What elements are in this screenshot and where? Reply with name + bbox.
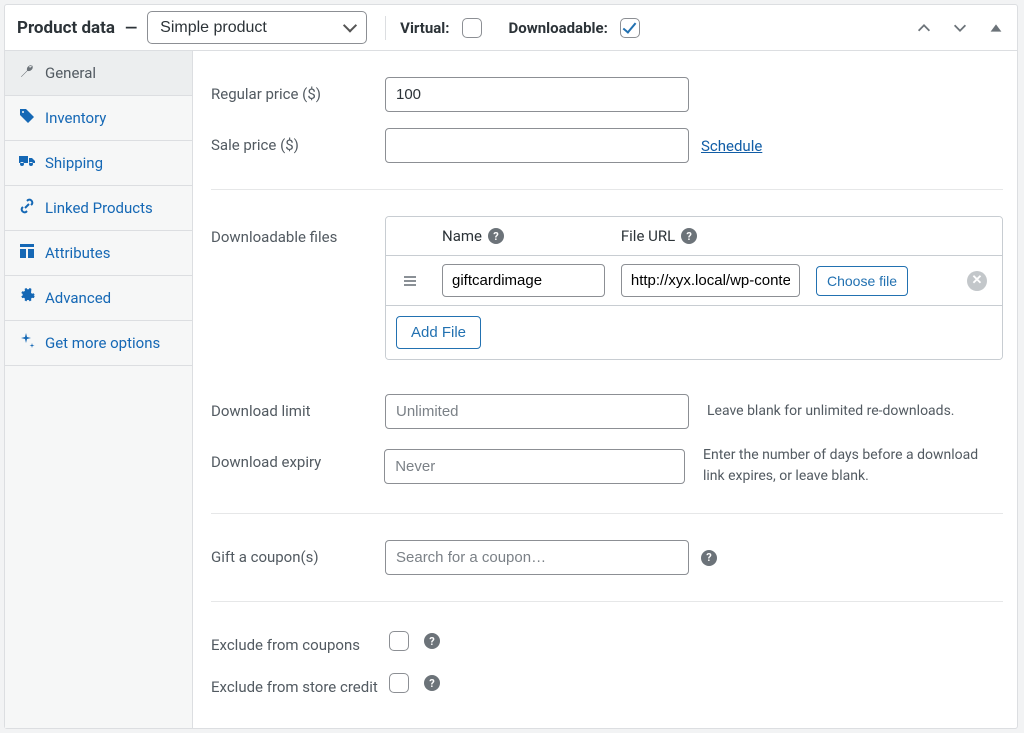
sparkle-icon [19,333,35,353]
dl-file-row: Choose file ✕ [386,256,1002,306]
header-divider [385,16,386,40]
exclude-store-credit-row: Exclude from store credit ? [211,662,1003,704]
tab-advanced[interactable]: Advanced [5,276,192,321]
virtual-label: Virtual: [400,19,449,37]
gift-coupons-row: Gift a coupon(s) ? [211,532,1003,583]
tab-label: Attributes [45,244,111,262]
exclude-coupons-checkbox[interactable] [389,631,409,651]
exclude-store-credit-checkbox[interactable] [389,673,409,693]
tab-inventory[interactable]: Inventory [5,96,192,141]
section-divider [211,601,1003,602]
download-limit-label: Download limit [211,394,367,420]
tab-shipping[interactable]: Shipping [5,141,192,186]
schedule-link[interactable]: Schedule [701,137,762,155]
download-limit-input[interactable] [385,394,689,429]
chevron-down-icon [951,19,969,37]
tab-linked[interactable]: Linked Products [5,186,192,231]
help-icon[interactable]: ? [701,550,717,566]
regular-price-input[interactable] [385,77,689,112]
title-dash: — [125,18,137,37]
collapse-button[interactable] [985,17,1007,39]
download-limit-hint: Leave blank for unlimited re-downloads. [707,401,954,422]
section-divider [211,189,1003,190]
exclude-store-credit-label: Exclude from store credit [211,670,387,696]
layout-icon [19,243,35,263]
tab-label: Get more options [45,334,160,352]
dl-name-header: Name [442,227,482,245]
download-expiry-label: Download expiry [211,445,366,471]
regular-price-label: Regular price ($) [211,77,367,103]
move-down-button[interactable] [949,17,971,39]
sale-price-row: Sale price ($) Schedule [211,120,1003,171]
tab-label: General [45,64,96,82]
link-icon [19,198,35,218]
tab-general[interactable]: General [5,51,192,96]
tab-label: Shipping [45,154,103,172]
downloadable-files-row: Downloadable files Name ? File URL ? [211,208,1003,368]
drag-handle-icon[interactable] [386,266,434,296]
exclude-coupons-label: Exclude from coupons [211,628,367,654]
chevron-up-icon [915,19,933,37]
gift-coupons-input[interactable] [385,540,689,575]
virtual-toggle[interactable]: Virtual: [400,15,484,41]
help-icon[interactable]: ? [424,675,440,691]
truck-icon [19,153,35,173]
dl-file-url-input[interactable] [621,264,800,297]
tag-icon [19,108,35,128]
tab-label: Advanced [45,289,111,307]
regular-price-row: Regular price ($) [211,69,1003,120]
tab-label: Inventory [45,109,106,127]
help-icon[interactable]: ? [424,633,440,649]
delete-file-button[interactable]: ✕ [967,271,987,291]
help-icon[interactable]: ? [488,228,504,244]
panel-header-actions [913,17,1007,39]
wrench-icon [19,63,35,83]
gift-coupons-label: Gift a coupon(s) [211,540,367,566]
tab-more[interactable]: Get more options [5,321,192,366]
downloadable-toggle[interactable]: Downloadable: [509,15,643,41]
dl-file-name-input[interactable] [442,264,605,297]
sale-price-input[interactable] [385,128,689,163]
caret-up-icon [987,19,1005,37]
panel-content: Regular price ($) Sale price ($) Schedul… [193,51,1017,728]
dl-url-header: File URL [621,227,675,245]
panel-body: General Inventory Shipping Linked Products A… [5,51,1017,728]
move-up-button[interactable] [913,17,935,39]
product-type-select-wrap: Simple product [147,11,367,44]
exclude-coupons-row: Exclude from coupons ? [211,620,1003,662]
download-expiry-row: Download expiry Enter the number of days… [211,437,1003,495]
gear-icon [19,288,35,308]
help-icon[interactable]: ? [681,228,697,244]
tab-label: Linked Products [45,199,153,217]
product-data-panel: Product data — Simple product Virtual: D… [4,4,1018,729]
download-expiry-hint: Enter the number of days before a downlo… [703,445,1003,487]
section-divider [211,513,1003,514]
sale-price-label: Sale price ($) [211,128,367,154]
downloadable-checkbox[interactable] [620,18,640,38]
add-file-button[interactable]: Add File [396,316,481,349]
downloadable-label: Downloadable: [509,19,608,37]
download-limit-row: Download limit Leave blank for unlimited… [211,386,1003,437]
dl-table-footer: Add File [386,306,1002,359]
panel-title: Product data [17,18,115,38]
choose-file-button[interactable]: Choose file [816,266,908,296]
downloadable-files-table: Name ? File URL ? Choose file ✕ [385,216,1003,360]
panel-tabs: General Inventory Shipping Linked Products A… [5,51,193,728]
virtual-checkbox[interactable] [462,18,482,38]
product-type-select[interactable]: Simple product [147,11,367,44]
download-expiry-input[interactable] [384,449,685,484]
downloadable-files-label: Downloadable files [211,216,367,246]
panel-header: Product data — Simple product Virtual: D… [5,5,1017,51]
dl-table-header: Name ? File URL ? [386,217,1002,256]
tab-attributes[interactable]: Attributes [5,231,192,276]
